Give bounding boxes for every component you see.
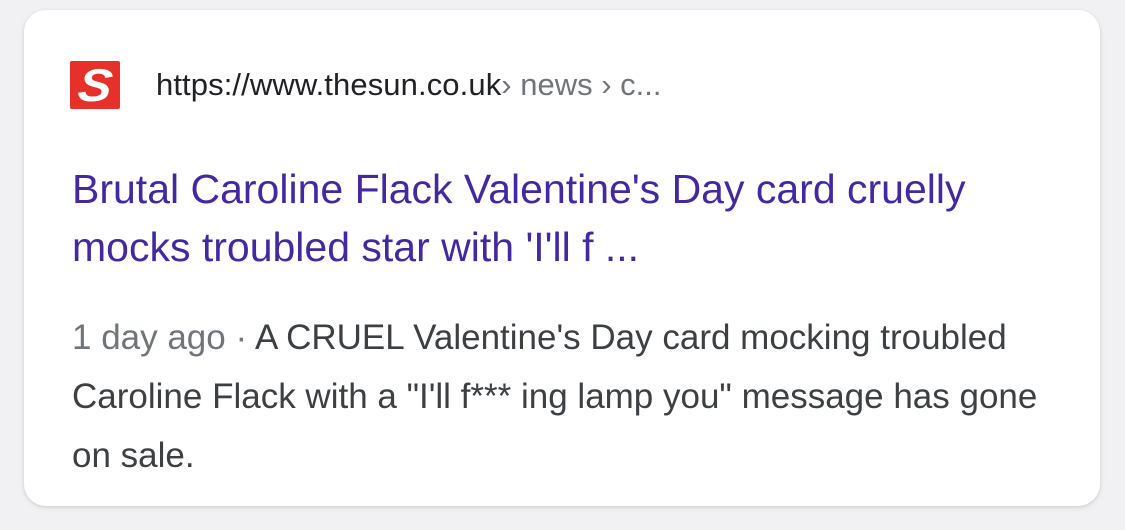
result-url-breadcrumb[interactable]: › news › c...: [501, 67, 661, 103]
result-title-link[interactable]: Brutal Caroline Flack Valentine's Day ca…: [72, 160, 1072, 276]
search-result-card: S https://www.thesun.co.uk › news › c...…: [24, 10, 1100, 506]
result-source-row[interactable]: S https://www.thesun.co.uk › news › c...: [70, 60, 662, 110]
result-date: 1 day ago: [72, 318, 226, 357]
date-separator: ·: [225, 318, 255, 357]
result-snippet: 1 day ago · A CRUEL Valentine's Day card…: [72, 308, 1072, 485]
result-url-domain[interactable]: https://www.thesun.co.uk: [156, 67, 501, 103]
the-sun-logo-icon: S: [70, 61, 120, 109]
favicon-letter: S: [75, 61, 115, 109]
